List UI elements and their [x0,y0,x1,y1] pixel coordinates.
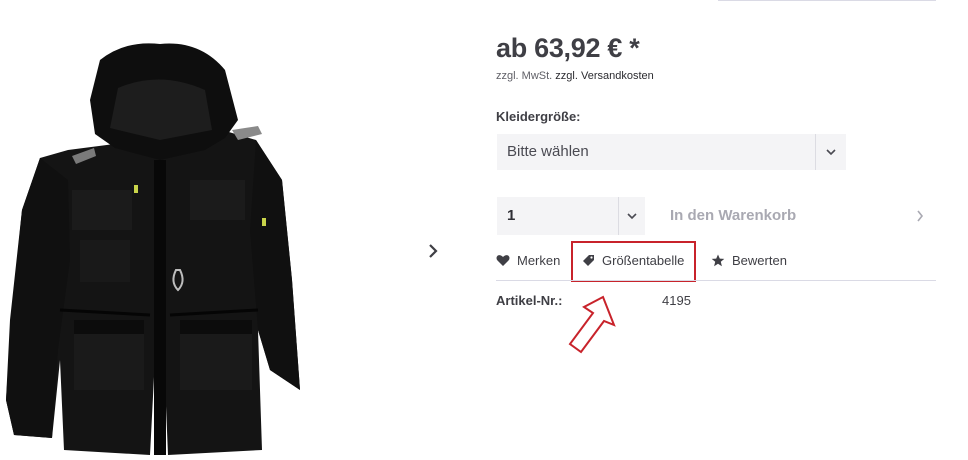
product-price: ab 63,92 € * [496,33,640,63]
shipping-costs-link[interactable]: zzgl. Versandkosten [555,70,653,82]
heart-icon [496,255,510,266]
size-select-arrow[interactable] [815,134,846,170]
chevron-right-icon [429,244,438,258]
actions-divider [496,280,936,281]
product-actions: Merken Größentabelle Bewerten [496,253,936,273]
annotation-arrow-icon [568,295,616,354]
rate-label: Bewerten [732,253,787,268]
add-to-cart-label: In den Warenkorb [670,207,797,224]
rate-link[interactable]: Bewerten [711,253,787,268]
size-select-value: Bitte wählen [507,143,589,160]
tax-label: zzgl. MwSt. [496,70,553,82]
add-to-cart-button[interactable]: In den Warenkorb [656,197,936,235]
top-divider [718,0,936,1]
remember-label: Merken [517,253,561,268]
article-number-label: Artikel-Nr.: [496,293,563,308]
size-label: Kleidergröße: [496,109,581,124]
quantity-value: 1 [507,207,516,224]
jacket-image [6,43,300,455]
star-icon [711,254,725,267]
remember-link[interactable]: Merken [496,253,560,268]
article-number-value: 4195 [662,293,691,308]
image-next-button[interactable] [420,236,446,266]
size-chart-highlight [571,241,696,282]
quantity-select[interactable]: 1 [497,197,645,235]
chevron-right-icon [917,210,924,222]
product-image[interactable] [0,30,322,460]
tax-note: zzgl. MwSt. zzgl. Versandkosten [496,70,654,82]
quantity-select-arrow[interactable] [618,197,645,235]
size-select[interactable]: Bitte wählen [497,134,846,170]
chevron-down-icon [826,148,836,155]
chevron-down-icon [627,212,637,219]
